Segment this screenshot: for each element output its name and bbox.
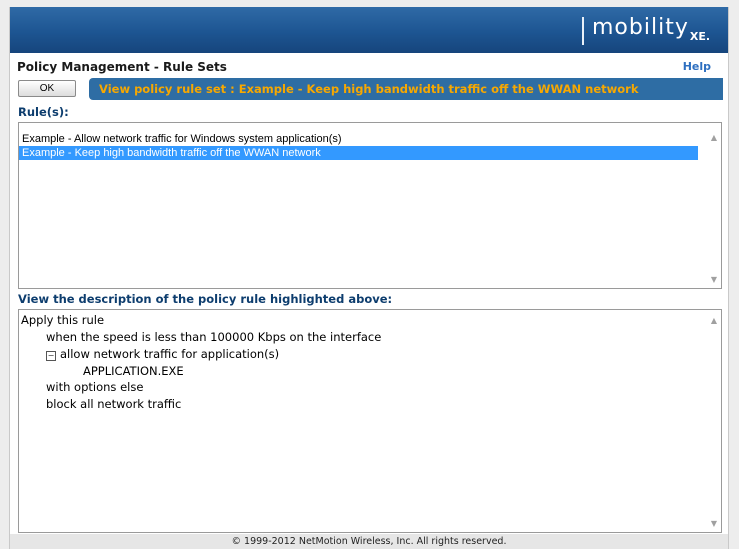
rule-set-heading-bar: View policy rule set : Example - Keep hi… — [89, 78, 723, 100]
description-line: when the speed is less than 100000 Kbps … — [46, 330, 382, 344]
banner-divider — [582, 17, 584, 45]
rule-description-box: Apply this rule when the speed is less t… — [18, 309, 722, 533]
scroll-down-arrow-icon[interactable]: ▼ — [711, 519, 717, 528]
description-line: with options else — [46, 380, 144, 394]
description-line: block all network traffic — [46, 397, 182, 411]
rules-list[interactable]: Example - Allow network traffic for Wind… — [18, 122, 722, 289]
description-line: APPLICATION.EXE — [83, 364, 184, 378]
scroll-up-arrow-icon[interactable]: ▲ — [711, 133, 717, 142]
description-line: Apply this rule — [21, 313, 105, 327]
description-line: allow network traffic for application(s) — [60, 347, 280, 361]
app-window: mobilityXE. Policy Management - Rule Set… — [9, 7, 729, 549]
help-link[interactable]: Help — [683, 60, 711, 73]
page-title: Policy Management - Rule Sets — [17, 60, 227, 74]
description-label: View the description of the policy rule … — [18, 292, 393, 306]
brand-suffix: XE. — [689, 30, 711, 43]
description-line-group: − allow network traffic for application(s… — [46, 347, 279, 361]
ok-button[interactable]: OK — [18, 80, 76, 97]
rule-set-heading: View policy rule set : Example - Keep hi… — [99, 82, 639, 96]
brand-name: mobility — [592, 15, 689, 40]
collapse-icon[interactable]: − — [46, 351, 56, 361]
footer-copyright: © 1999-2012 NetMotion Wireless, Inc. All… — [10, 534, 728, 549]
title-row: Policy Management - Rule Sets Help — [10, 54, 728, 78]
rule-item-allow-windows[interactable]: Example - Allow network traffic for Wind… — [19, 132, 698, 146]
scroll-down-arrow-icon[interactable]: ▼ — [711, 275, 717, 284]
rules-label: Rule(s): — [18, 105, 69, 119]
brand-logo: mobilityXE. — [592, 15, 710, 43]
header-banner: mobilityXE. — [10, 7, 728, 53]
rule-item-keep-high-bandwidth[interactable]: Example - Keep high bandwidth traffic of… — [19, 146, 698, 160]
scroll-up-arrow-icon[interactable]: ▲ — [711, 316, 717, 325]
